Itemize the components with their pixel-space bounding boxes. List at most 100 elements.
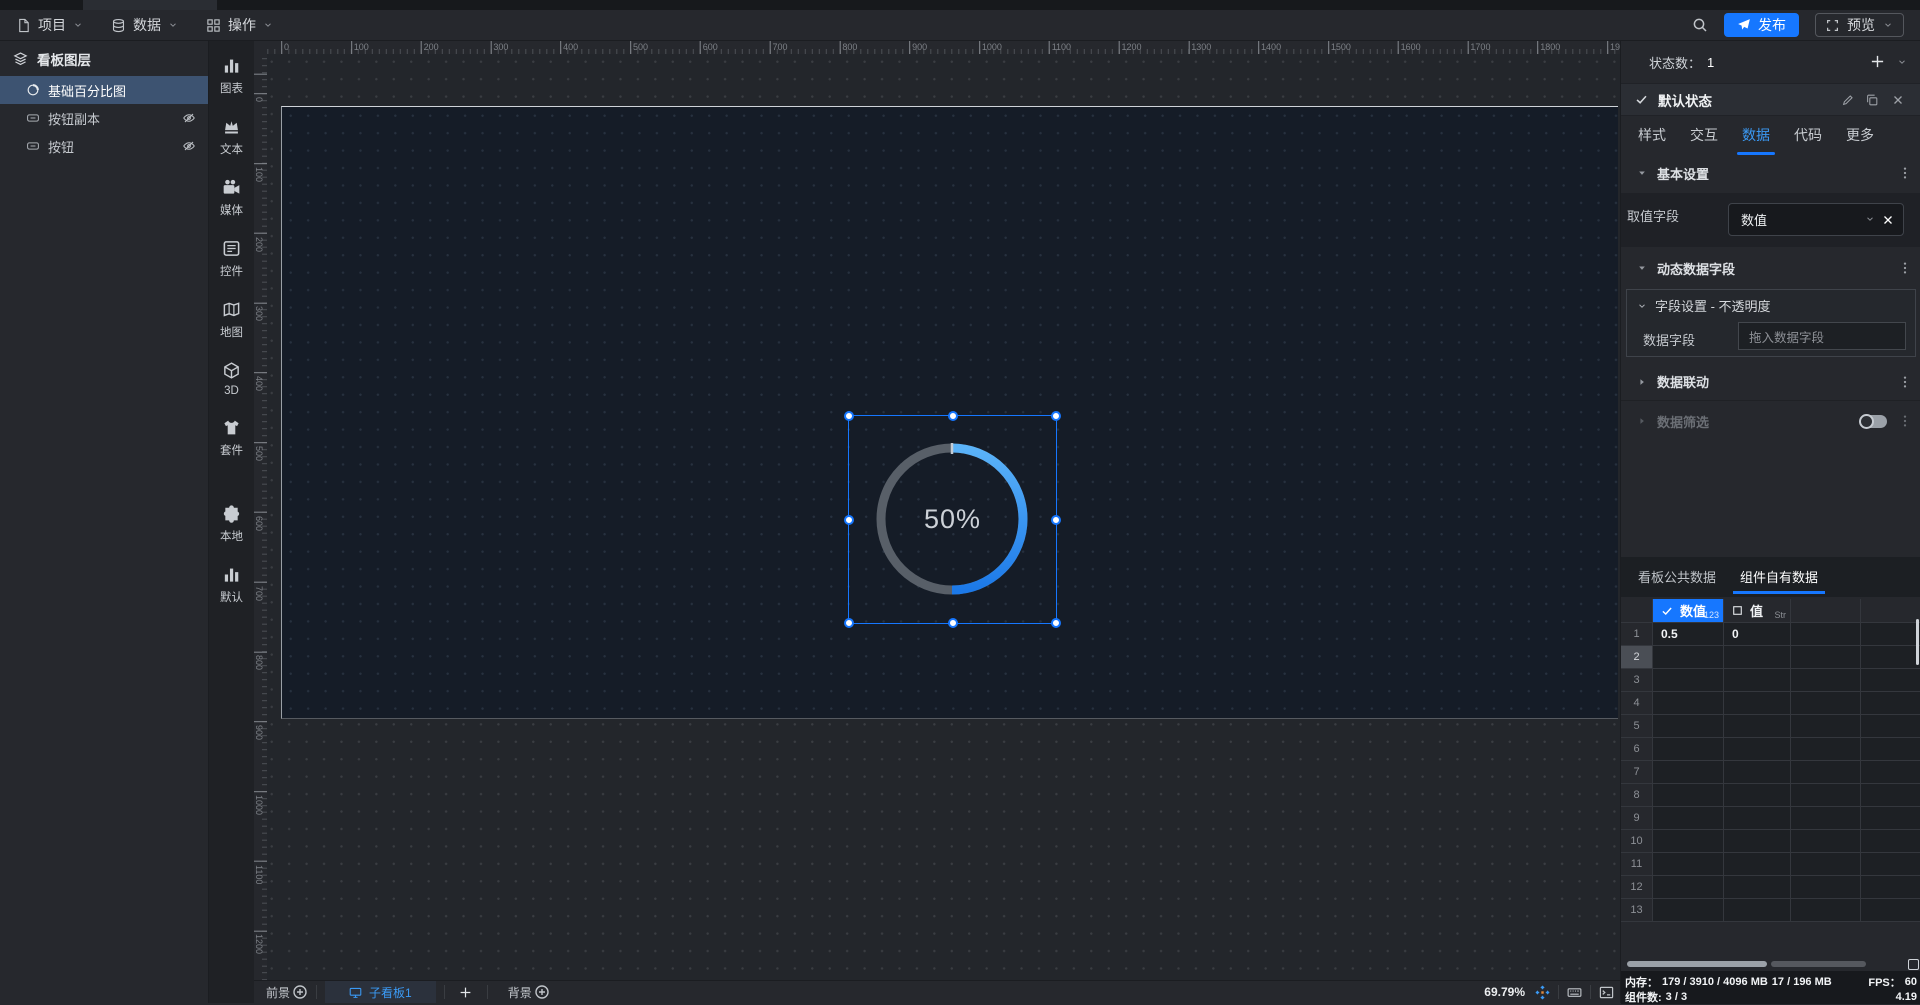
menu-actions[interactable]: 操作 bbox=[206, 15, 273, 35]
section-basic-settings[interactable]: 基本设置 bbox=[1621, 153, 1920, 193]
publish-button[interactable]: 发布 bbox=[1724, 13, 1799, 37]
tab-样式[interactable]: 样式 bbox=[1638, 125, 1666, 145]
table-cell[interactable] bbox=[1724, 692, 1791, 715]
selection-handle-w[interactable] bbox=[844, 514, 854, 525]
tool-threed[interactable]: 3D bbox=[222, 361, 241, 397]
keyboard-shortcuts-icon[interactable] bbox=[1567, 985, 1582, 1000]
tool-default[interactable]: 默认 bbox=[220, 565, 243, 605]
layer-item[interactable]: 按钮 bbox=[0, 132, 208, 160]
table-cell[interactable] bbox=[1724, 830, 1791, 853]
eye-off-icon[interactable] bbox=[182, 111, 196, 125]
search-icon[interactable] bbox=[1692, 17, 1708, 33]
section-data-linkage[interactable]: 数据联动 bbox=[1621, 363, 1920, 401]
selection-handle-s[interactable] bbox=[947, 618, 958, 628]
tool-kit[interactable]: 套件 bbox=[220, 418, 243, 458]
column-header-1[interactable]: 数值 123 bbox=[1653, 599, 1724, 623]
table-cell[interactable] bbox=[1653, 715, 1724, 738]
table-cell[interactable] bbox=[1724, 761, 1791, 784]
fit-to-screen-icon[interactable] bbox=[1535, 984, 1550, 1000]
eye-off-icon[interactable] bbox=[182, 139, 196, 153]
table-cell[interactable]: 0 bbox=[1724, 623, 1791, 646]
delete-state-icon[interactable] bbox=[1891, 93, 1905, 107]
table-cell[interactable] bbox=[1653, 761, 1724, 784]
layer-item[interactable]: 按钮副本 bbox=[0, 104, 208, 132]
tab-数据[interactable]: 数据 bbox=[1737, 125, 1775, 155]
data-tab-0[interactable]: 看板公共数据 bbox=[1638, 567, 1716, 597]
value-field-select[interactable]: 数值 bbox=[1728, 203, 1904, 236]
add-state-button[interactable] bbox=[1870, 54, 1885, 69]
edit-state-icon[interactable] bbox=[1841, 93, 1855, 107]
add-background-icon[interactable] bbox=[534, 984, 550, 1000]
kebab-menu-icon[interactable] bbox=[1898, 414, 1912, 428]
section-data-filter[interactable]: 数据筛选 bbox=[1621, 401, 1920, 441]
tab-代码[interactable]: 代码 bbox=[1794, 125, 1822, 145]
data-filter-toggle[interactable] bbox=[1859, 414, 1887, 429]
data-field-dropzone[interactable]: 拖入数据字段 bbox=[1738, 322, 1906, 350]
add-board-button[interactable] bbox=[453, 986, 479, 999]
table-cell[interactable] bbox=[1724, 715, 1791, 738]
foreground-group[interactable]: 前景 bbox=[266, 984, 308, 1001]
table-cell[interactable] bbox=[1653, 853, 1724, 876]
menu-project[interactable]: 项目 bbox=[16, 15, 83, 35]
selection-handle-ne[interactable] bbox=[1051, 411, 1061, 421]
copy-state-icon[interactable] bbox=[1865, 93, 1879, 107]
tab-subboard-1[interactable]: 子看板1 bbox=[325, 981, 436, 1003]
tool-map[interactable]: 地图 bbox=[220, 300, 243, 340]
table-cell[interactable] bbox=[1724, 784, 1791, 807]
table-cell[interactable] bbox=[1724, 899, 1791, 922]
kebab-menu-icon[interactable] bbox=[1898, 261, 1912, 275]
selection-handle-nw[interactable] bbox=[844, 411, 854, 421]
canvas-area[interactable]: 50% 0 100 200 300 400 500 600 700 800 900 1000 1100… bbox=[254, 40, 1620, 980]
tool-local[interactable]: 本地 bbox=[220, 504, 243, 544]
data-tab-1[interactable]: 组件自有数据 bbox=[1733, 567, 1826, 597]
zoom-level[interactable]: 69.79% bbox=[1484, 985, 1525, 999]
field-settings-header[interactable]: 字段设置 - 不透明度 bbox=[1627, 290, 1915, 315]
table-cell[interactable] bbox=[1653, 899, 1724, 922]
section-dynamic-fields[interactable]: 动态数据字段 bbox=[1621, 247, 1920, 289]
check-icon[interactable] bbox=[1661, 605, 1673, 617]
scrollbar-thumb-secondary[interactable] bbox=[1771, 961, 1866, 967]
chevron-down-icon[interactable] bbox=[1865, 214, 1875, 224]
clear-field-icon[interactable] bbox=[1881, 213, 1895, 227]
menu-data[interactable]: 数据 bbox=[111, 15, 178, 35]
table-cell[interactable] bbox=[1653, 876, 1724, 899]
kebab-menu-icon[interactable] bbox=[1898, 375, 1912, 389]
tab-更多[interactable]: 更多 bbox=[1846, 125, 1874, 145]
table-cell[interactable] bbox=[1653, 807, 1724, 830]
table-horizontal-scrollbar[interactable] bbox=[1621, 959, 1920, 970]
scrollbar-thumb[interactable] bbox=[1627, 961, 1767, 967]
tool-text[interactable]: 文本 bbox=[220, 117, 243, 157]
table-cell[interactable] bbox=[1724, 807, 1791, 830]
table-cell[interactable] bbox=[1653, 784, 1724, 807]
selection-handle-n[interactable] bbox=[947, 411, 958, 421]
table-cell[interactable]: 0.5 bbox=[1653, 623, 1724, 646]
table-cell[interactable] bbox=[1724, 853, 1791, 876]
column-header-2[interactable]: 值 Str bbox=[1724, 599, 1791, 623]
selection-handle-se[interactable] bbox=[1051, 618, 1061, 628]
console-icon[interactable] bbox=[1599, 985, 1614, 1000]
tool-chart[interactable]: 图表 bbox=[220, 56, 243, 96]
tool-widget[interactable]: 控件 bbox=[220, 239, 243, 279]
tab-交互[interactable]: 交互 bbox=[1690, 125, 1718, 145]
table-cell[interactable] bbox=[1653, 646, 1724, 669]
preview-button[interactable]: 预览 bbox=[1815, 13, 1904, 37]
percentage-chart-widget[interactable]: 50% bbox=[844, 411, 1061, 628]
table-cell[interactable] bbox=[1653, 692, 1724, 715]
layer-item[interactable]: 基础百分比图 bbox=[0, 76, 208, 104]
selection-handle-e[interactable] bbox=[1051, 514, 1061, 525]
collapse-states-icon[interactable] bbox=[1897, 57, 1907, 67]
add-foreground-icon[interactable] bbox=[292, 984, 308, 1000]
table-cell[interactable] bbox=[1653, 669, 1724, 692]
selection-handle-sw[interactable] bbox=[844, 618, 854, 628]
tool-media[interactable]: 媒体 bbox=[220, 178, 243, 218]
background-group[interactable]: 背景 bbox=[508, 984, 550, 1001]
table-cell[interactable] bbox=[1724, 669, 1791, 692]
kebab-menu-icon[interactable] bbox=[1898, 166, 1912, 180]
table-cell[interactable] bbox=[1724, 876, 1791, 899]
table-cell[interactable] bbox=[1724, 646, 1791, 669]
default-state-header[interactable]: 默认状态 bbox=[1621, 83, 1920, 116]
checkbox-icon[interactable] bbox=[1732, 605, 1743, 616]
table-vertical-scrollbar[interactable] bbox=[1916, 619, 1919, 665]
table-cell[interactable] bbox=[1653, 738, 1724, 761]
table-cell[interactable] bbox=[1653, 830, 1724, 853]
